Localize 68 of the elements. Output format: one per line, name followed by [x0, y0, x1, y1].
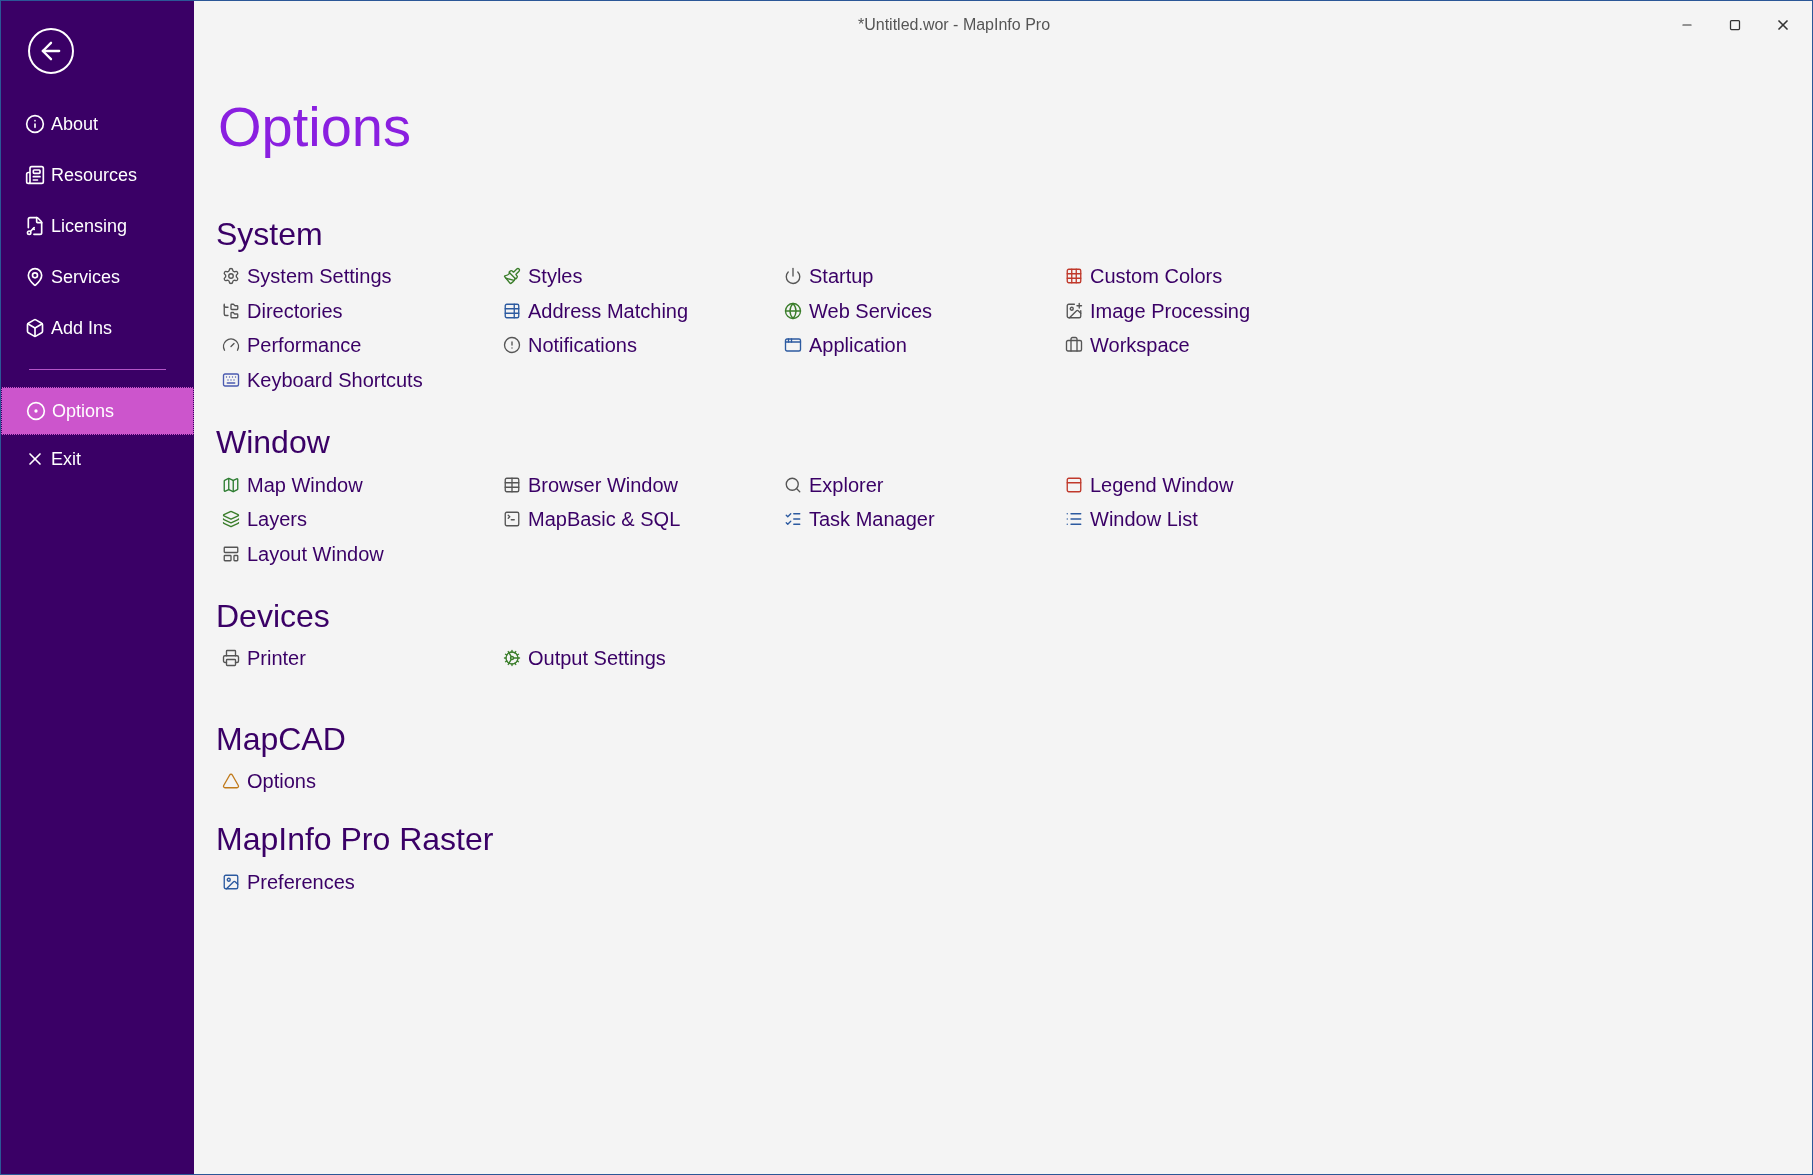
- option-link[interactable]: Task Manager: [784, 501, 1065, 537]
- option-link[interactable]: Options: [222, 763, 503, 799]
- color-grid-icon: [1065, 267, 1083, 286]
- globe-icon: [784, 301, 802, 320]
- option-link[interactable]: Workspace: [1065, 328, 1346, 363]
- triangle-icon: [222, 772, 240, 791]
- printer-icon: [222, 649, 240, 668]
- alert-icon: [503, 336, 521, 355]
- sidebar-item[interactable]: About: [1, 100, 194, 148]
- key-document-icon: [25, 216, 45, 236]
- back-button[interactable]: [28, 28, 74, 74]
- option-link[interactable]: Notifications: [503, 328, 784, 363]
- search-icon: [784, 475, 802, 494]
- info-icon: [25, 114, 45, 134]
- option-link[interactable]: Custom Colors: [1065, 259, 1346, 294]
- keyboard-icon: [222, 371, 240, 390]
- option-link[interactable]: Browser Window: [503, 467, 784, 502]
- maximize-icon: [1729, 19, 1741, 31]
- option-link[interactable]: Styles: [503, 259, 784, 294]
- option-link[interactable]: Legend Window: [1065, 467, 1346, 502]
- page-heading: Options: [218, 95, 412, 159]
- option-link[interactable]: System Settings: [222, 259, 503, 294]
- option-link[interactable]: Layout Window: [222, 536, 503, 572]
- sidebar-item[interactable]: Options: [1, 387, 194, 435]
- sidebar-item[interactable]: Services: [1, 253, 194, 301]
- option-link[interactable]: Startup: [784, 259, 1065, 294]
- option-link[interactable]: Preferences: [222, 864, 503, 899]
- option-link[interactable]: Explorer: [784, 467, 1065, 502]
- cube-icon: [25, 318, 45, 338]
- option-link[interactable]: Output Settings: [503, 641, 784, 676]
- radio-icon: [26, 401, 46, 421]
- sidebar-item[interactable]: Licensing: [1, 202, 194, 250]
- image-icon: [222, 872, 240, 891]
- option-link[interactable]: Printer: [222, 641, 503, 676]
- power-icon: [784, 267, 802, 286]
- section-heading: Devices: [216, 597, 331, 636]
- option-link[interactable]: Web Services: [784, 293, 1065, 329]
- option-link[interactable]: Application: [784, 328, 1065, 363]
- option-link[interactable]: Performance: [222, 328, 503, 363]
- sidebar-item[interactable]: Add Ins: [1, 304, 194, 352]
- window-title: *Untitled.wor - MapInfo Pro: [856, 15, 1052, 35]
- layers-icon: [222, 510, 240, 529]
- application-icon: [784, 336, 802, 355]
- option-link[interactable]: Address Matching: [503, 293, 784, 329]
- terminal-icon: [503, 510, 521, 529]
- folder-tree-icon: [222, 301, 240, 320]
- layout-icon: [222, 544, 240, 563]
- newspaper-icon: [25, 165, 45, 185]
- sidebar-item[interactable]: Resources: [1, 151, 194, 199]
- map-pin-icon: [25, 267, 45, 287]
- close-icon: [1775, 17, 1791, 33]
- option-link[interactable]: Keyboard Shortcuts: [222, 362, 503, 398]
- option-link[interactable]: Image Processing: [1065, 293, 1346, 329]
- sidebar-item[interactable]: Exit: [1, 435, 194, 483]
- option-link[interactable]: MapBasic & SQL: [503, 501, 784, 537]
- gear-icon: [503, 649, 521, 668]
- section-heading: Window: [216, 423, 331, 462]
- option-link[interactable]: Directories: [222, 293, 503, 329]
- brush-icon: [503, 267, 521, 286]
- section-heading: MapCAD: [216, 719, 347, 758]
- section-heading: System: [216, 215, 324, 253]
- option-link[interactable]: Map Window: [222, 467, 503, 502]
- section-heading: MapInfo Pro Raster: [216, 820, 495, 859]
- table-icon: [503, 475, 521, 494]
- settings-icon: [222, 267, 240, 286]
- map-icon: [222, 475, 240, 494]
- option-link[interactable]: Window List: [1065, 501, 1346, 537]
- option-link[interactable]: Layers: [222, 501, 503, 537]
